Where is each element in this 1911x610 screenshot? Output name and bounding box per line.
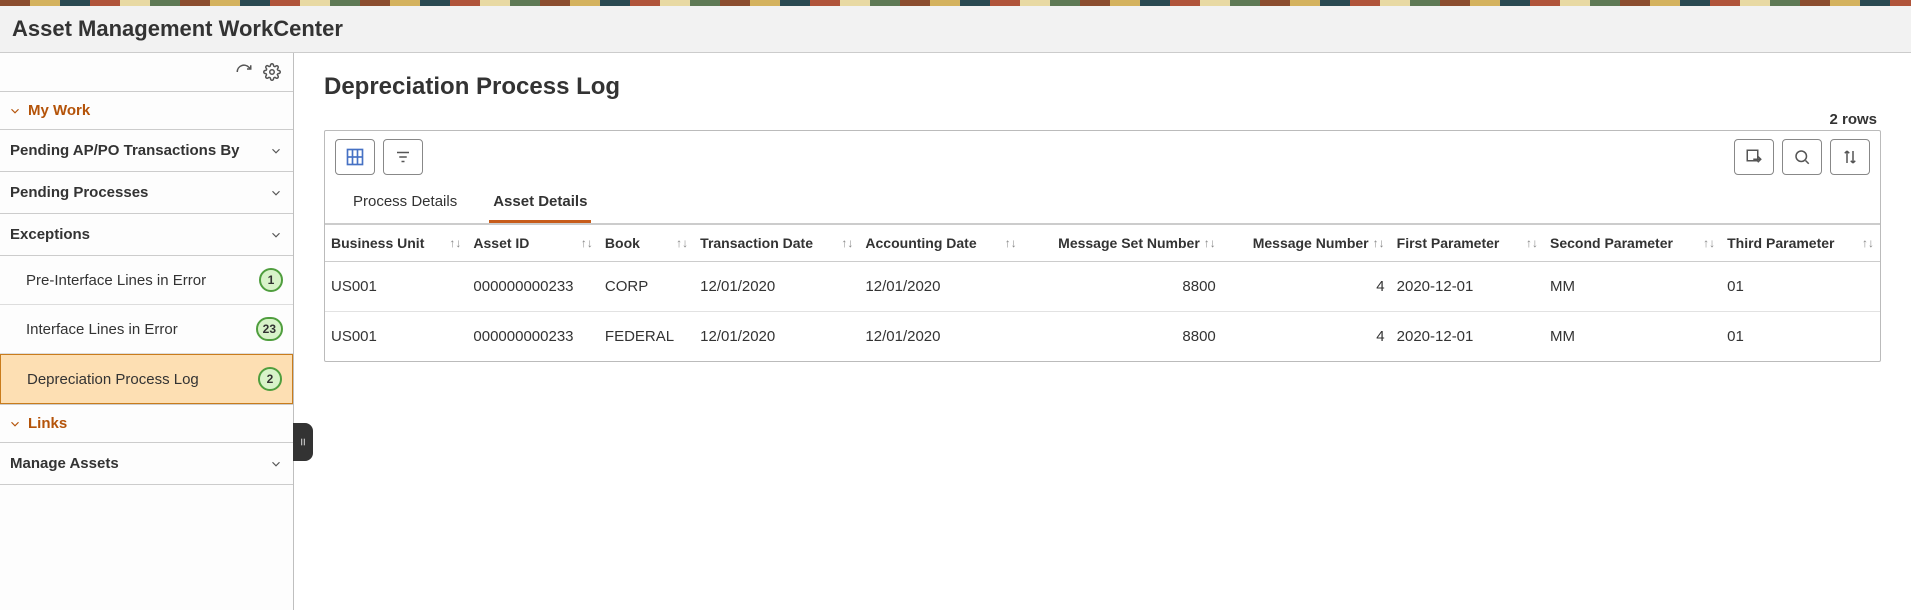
export-button[interactable] xyxy=(1734,139,1774,175)
group-pending-ap-po[interactable]: Pending AP/PO Transactions By xyxy=(0,130,293,172)
sort-icon: ↑↓ xyxy=(1005,236,1017,250)
col-param1[interactable]: First Parameter↑↓ xyxy=(1391,225,1544,262)
sort-icon xyxy=(1841,148,1859,166)
sidebar-item-label: Pre-Interface Lines in Error xyxy=(26,272,206,289)
cell-asset-id: 000000000233 xyxy=(467,312,599,362)
filter-button[interactable] xyxy=(383,139,423,175)
cell-asset-id: 000000000233 xyxy=(467,262,599,312)
col-param3[interactable]: Third Parameter↑↓ xyxy=(1721,225,1880,262)
cell-param2: MM xyxy=(1544,262,1721,312)
group-manage-assets[interactable]: Manage Assets xyxy=(0,443,293,485)
cell-acct-date: 12/01/2020 xyxy=(859,312,1022,362)
cell-msg-num: 4 xyxy=(1222,262,1391,312)
col-book[interactable]: Book↑↓ xyxy=(599,225,694,262)
cell-bu: US001 xyxy=(325,312,467,362)
row-count-label: 2 rows xyxy=(1829,111,1881,128)
gear-icon[interactable] xyxy=(261,61,283,83)
grid-icon xyxy=(345,147,365,167)
group-label: Exceptions xyxy=(10,226,90,243)
chevron-down-icon xyxy=(269,457,283,471)
grid-view-button[interactable] xyxy=(335,139,375,175)
sort-icon: ↑↓ xyxy=(676,236,688,250)
app-header: Asset Management WorkCenter xyxy=(0,6,1911,53)
chevron-down-icon xyxy=(8,417,22,431)
col-message-set[interactable]: Message Set Number↑↓ xyxy=(1023,225,1222,262)
search-icon xyxy=(1793,148,1811,166)
group-pending-processes[interactable]: Pending Processes xyxy=(0,172,293,214)
app-title: Asset Management WorkCenter xyxy=(12,16,1899,42)
col-message-number[interactable]: Message Number↑↓ xyxy=(1222,225,1391,262)
section-my-work[interactable]: My Work xyxy=(0,91,293,130)
sort-icon: ↑↓ xyxy=(449,236,461,250)
table-row[interactable]: US001 000000000233 CORP 12/01/2020 12/01… xyxy=(325,262,1880,312)
cell-bu: US001 xyxy=(325,262,467,312)
cell-book: FEDERAL xyxy=(599,312,694,362)
sidebar-item-label: Depreciation Process Log xyxy=(27,371,199,388)
section-label: My Work xyxy=(28,102,90,119)
cell-msg-set: 8800 xyxy=(1023,262,1222,312)
drag-handle-icon xyxy=(298,435,308,449)
cell-msg-num: 4 xyxy=(1222,312,1391,362)
sort-icon: ↑↓ xyxy=(1204,236,1216,250)
main-content: Depreciation Process Log 2 rows xyxy=(294,53,1911,610)
cell-tran-date: 12/01/2020 xyxy=(694,312,859,362)
sidebar-collapse-handle[interactable] xyxy=(293,423,313,461)
section-links[interactable]: Links xyxy=(0,404,293,443)
section-label: Links xyxy=(28,415,67,432)
search-button[interactable] xyxy=(1782,139,1822,175)
cell-param2: MM xyxy=(1544,312,1721,362)
sort-icon: ↑↓ xyxy=(1373,236,1385,250)
sidebar-item-depreciation-log[interactable]: Depreciation Process Log 2 xyxy=(0,354,293,404)
cell-param1: 2020-12-01 xyxy=(1391,312,1544,362)
cell-param3: 01 xyxy=(1721,312,1880,362)
group-label: Pending AP/PO Transactions By xyxy=(10,142,240,159)
group-label: Pending Processes xyxy=(10,184,148,201)
col-asset-id[interactable]: Asset ID↑↓ xyxy=(467,225,599,262)
col-param2[interactable]: Second Parameter↑↓ xyxy=(1544,225,1721,262)
col-accounting-date[interactable]: Accounting Date↑↓ xyxy=(859,225,1022,262)
page-title: Depreciation Process Log xyxy=(324,73,1881,101)
sort-icon: ↑↓ xyxy=(581,236,593,250)
col-business-unit[interactable]: Business Unit↑↓ xyxy=(325,225,467,262)
sort-button[interactable] xyxy=(1830,139,1870,175)
sort-icon: ↑↓ xyxy=(841,236,853,250)
count-badge: 23 xyxy=(256,317,283,341)
sort-icon: ↑↓ xyxy=(1526,236,1538,250)
tab-process-details[interactable]: Process Details xyxy=(349,187,461,223)
tab-asset-details[interactable]: Asset Details xyxy=(489,187,591,223)
count-badge: 1 xyxy=(259,268,283,292)
sidebar-item-label: Interface Lines in Error xyxy=(26,321,178,338)
chevron-down-icon xyxy=(269,186,283,200)
sidebar: My Work Pending AP/PO Transactions By Pe… xyxy=(0,53,294,610)
cell-param3: 01 xyxy=(1721,262,1880,312)
count-badge: 2 xyxy=(258,367,282,391)
data-grid: Process Details Asset Details Business U… xyxy=(324,130,1881,362)
cell-acct-date: 12/01/2020 xyxy=(859,262,1022,312)
sort-icon: ↑↓ xyxy=(1703,236,1715,250)
sidebar-item-pre-interface[interactable]: Pre-Interface Lines in Error 1 xyxy=(0,256,293,305)
chevron-down-icon xyxy=(269,228,283,242)
col-transaction-date[interactable]: Transaction Date↑↓ xyxy=(694,225,859,262)
chevron-down-icon xyxy=(8,104,22,118)
cell-param1: 2020-12-01 xyxy=(1391,262,1544,312)
table-row[interactable]: US001 000000000233 FEDERAL 12/01/2020 12… xyxy=(325,312,1880,362)
cell-tran-date: 12/01/2020 xyxy=(694,262,859,312)
sidebar-item-interface[interactable]: Interface Lines in Error 23 xyxy=(0,305,293,354)
cell-msg-set: 8800 xyxy=(1023,312,1222,362)
refresh-icon[interactable] xyxy=(233,61,255,83)
sort-icon: ↑↓ xyxy=(1862,236,1874,250)
chevron-down-icon xyxy=(269,144,283,158)
group-exceptions[interactable]: Exceptions xyxy=(0,214,293,256)
export-icon xyxy=(1745,148,1763,166)
cell-book: CORP xyxy=(599,262,694,312)
filter-icon xyxy=(394,148,412,166)
group-label: Manage Assets xyxy=(10,455,119,472)
